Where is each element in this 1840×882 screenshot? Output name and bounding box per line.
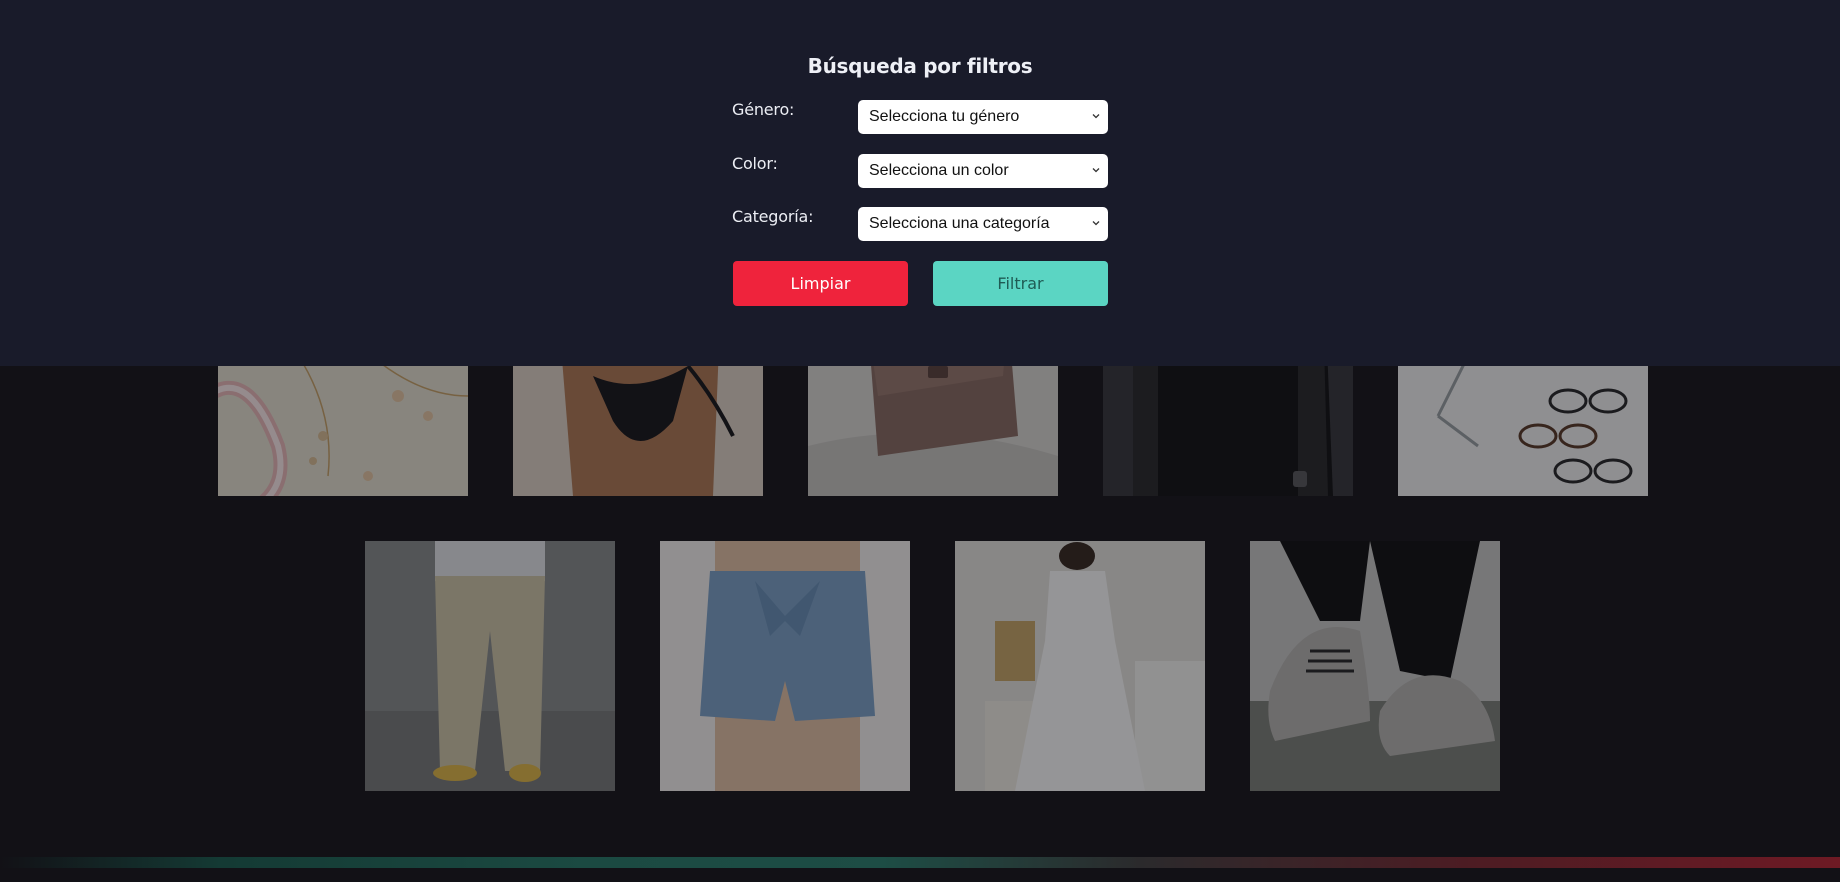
chevron-down-icon bbox=[1092, 168, 1100, 173]
chevron-down-icon bbox=[1092, 221, 1100, 226]
white-dress-image bbox=[955, 541, 1205, 791]
khaki-pants-image bbox=[365, 541, 615, 791]
gender-filter-row: Género: Selecciona tu género bbox=[732, 100, 1108, 134]
chevron-down-icon bbox=[1092, 114, 1100, 119]
category-label: Categoría: bbox=[732, 207, 814, 226]
color-select-value: Selecciona un color bbox=[869, 162, 1009, 179]
gender-label: Género: bbox=[732, 100, 795, 119]
color-label: Color: bbox=[732, 154, 778, 173]
product-card-pants[interactable] bbox=[365, 541, 615, 791]
category-filter-row: Categoría: Selecciona una categoría bbox=[732, 207, 1108, 241]
sneakers-image bbox=[1250, 541, 1500, 791]
product-card-dress[interactable] bbox=[955, 541, 1205, 791]
color-filter-row: Color: Selecciona un color bbox=[732, 154, 1108, 188]
product-card-sneakers[interactable] bbox=[1250, 541, 1500, 791]
color-select[interactable]: Selecciona un color bbox=[858, 154, 1108, 188]
footer-gradient-bar bbox=[0, 857, 1840, 868]
clear-button[interactable]: Limpiar bbox=[733, 261, 908, 306]
category-select[interactable]: Selecciona una categoría bbox=[858, 207, 1108, 241]
filter-button[interactable]: Filtrar bbox=[933, 261, 1108, 306]
product-card-shorts[interactable] bbox=[660, 541, 910, 791]
denim-shorts-image bbox=[660, 541, 910, 791]
filter-title: Búsqueda por filtros bbox=[807, 54, 1033, 78]
gender-select-value: Selecciona tu género bbox=[869, 108, 1020, 125]
category-select-value: Selecciona una categoría bbox=[869, 215, 1050, 232]
filter-panel: Búsqueda por filtros Género: Selecciona … bbox=[0, 0, 1840, 366]
app-root: Búsqueda por filtros Género: Selecciona … bbox=[0, 0, 1840, 882]
gender-select[interactable]: Selecciona tu género bbox=[858, 100, 1108, 134]
